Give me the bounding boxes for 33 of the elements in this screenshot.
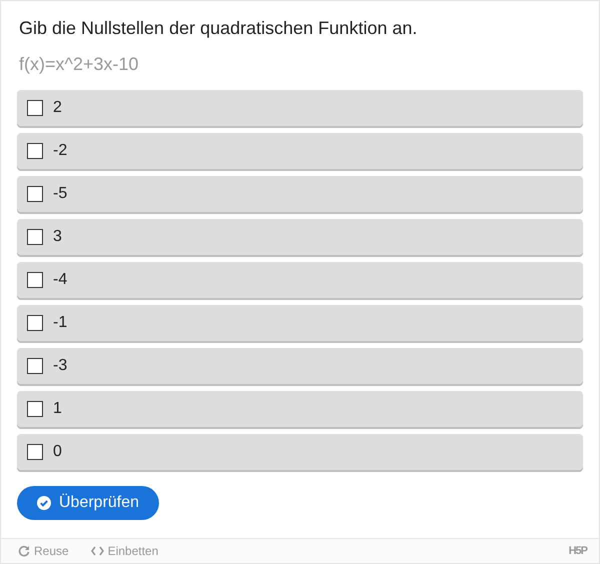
answer-option[interactable]: 0 (17, 434, 583, 470)
option-label: 2 (53, 99, 62, 117)
option-label: -2 (53, 142, 68, 160)
answer-option[interactable]: -4 (17, 262, 583, 298)
checkbox[interactable] (27, 401, 43, 417)
checkbox[interactable] (27, 358, 43, 374)
checkbox[interactable] (27, 186, 43, 202)
refresh-icon (18, 545, 30, 557)
answer-option[interactable]: -3 (17, 348, 583, 384)
check-circle-icon (37, 496, 51, 510)
question-text: Gib die Nullstellen der quadratischen Funktion an. (19, 17, 418, 39)
option-label: 3 (53, 228, 62, 246)
option-label: -5 (53, 185, 68, 203)
checkbox[interactable] (27, 229, 43, 245)
answer-option[interactable]: -2 (17, 133, 583, 169)
option-label: 0 (53, 443, 62, 461)
formula-text: f(x)=x^2+3x-10 (19, 53, 140, 75)
code-icon (90, 546, 104, 556)
option-label: -4 (53, 271, 68, 289)
option-label: -1 (53, 314, 68, 332)
answer-option[interactable]: 1 (17, 391, 583, 427)
checkbox[interactable] (27, 143, 43, 159)
option-label: -3 (53, 357, 68, 375)
checkbox[interactable] (27, 315, 43, 331)
check-button[interactable]: Überprüfen (17, 486, 160, 520)
option-label: 1 (53, 400, 62, 418)
answer-option[interactable]: -1 (17, 305, 583, 341)
checkbox[interactable] (27, 100, 43, 116)
answer-option[interactable]: 3 (17, 219, 583, 255)
checkbox[interactable] (27, 444, 43, 460)
answer-option[interactable]: -5 (17, 176, 583, 212)
answer-option[interactable]: 2 (17, 90, 583, 126)
checkbox[interactable] (27, 272, 43, 288)
